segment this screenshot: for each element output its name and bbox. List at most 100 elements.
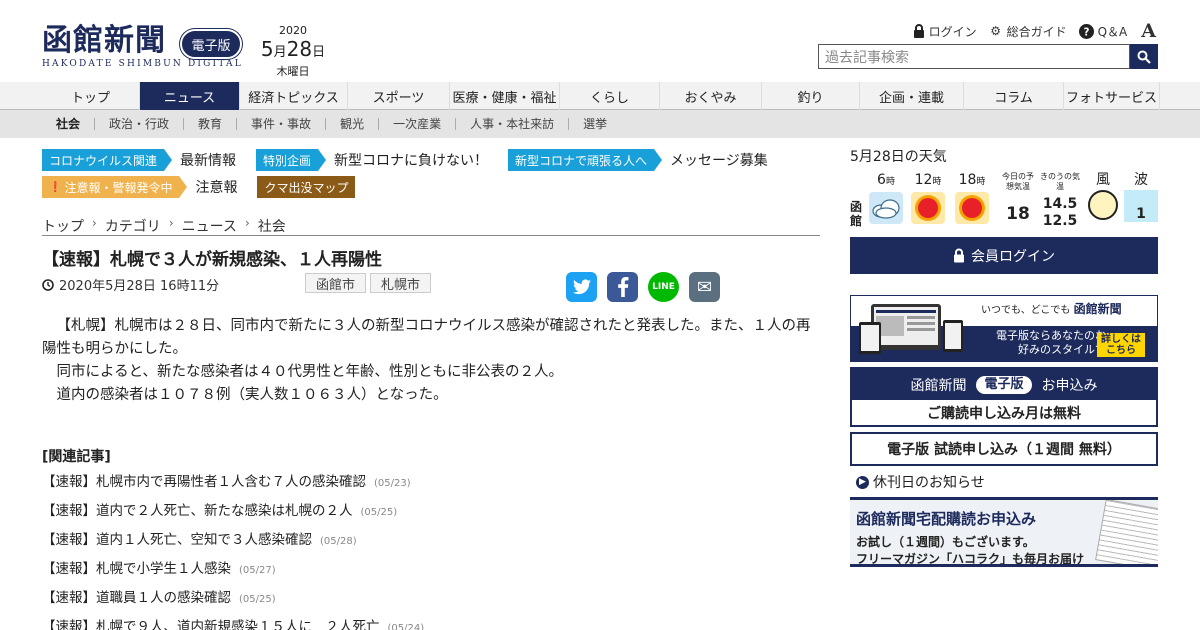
promo-details-button[interactable]: 詳しくはこちら <box>1097 333 1145 357</box>
nav-item[interactable]: 経済トピックス <box>240 82 348 110</box>
subscribe-box[interactable]: 函館新聞 電子版 お申込み ご購読申し込み月は無料 <box>850 367 1158 427</box>
related-articles: 【速報】札幌市内で再陽性者１人含む７人の感染確認 (05/23) 【速報】道内で２人… <box>42 470 802 630</box>
nav-item[interactable]: トップ <box>42 82 140 110</box>
article-meta: 2020年5月28日 16時11分 <box>42 275 219 294</box>
breadcrumb-item[interactable]: ニュース <box>182 216 237 235</box>
region-tag-sapporo[interactable]: 札幌市 <box>370 273 432 293</box>
mail-icon: ✉ <box>696 276 713 298</box>
wind-icon <box>1088 190 1118 220</box>
article-paragraph: 【札幌】札幌市は２８日、同市内で新たに３人の新型コロナウイルス感染が確認されたと… <box>42 318 811 357</box>
svg-text:?: ? <box>1083 26 1089 38</box>
qa-link[interactable]: ? Q＆A <box>1078 23 1128 40</box>
forecast-temp-value: 18 <box>1006 204 1030 224</box>
topic-tag[interactable]: 特別企画 <box>256 149 327 171</box>
region-tag-hakodate[interactable]: 函館市 <box>305 273 367 293</box>
chevron-right-icon: › <box>168 216 174 230</box>
sub-nav-item[interactable]: 一次産業 <box>379 118 457 130</box>
holiday-link[interactable]: ▶ 休刊日のお知らせ <box>856 472 985 492</box>
topic-link[interactable]: 注意報 <box>195 177 237 197</box>
sub-nav-item[interactable]: 人事・本社来訪 <box>456 118 570 130</box>
topic-row: ❗ 注意報・警報発令中 注意報 クマ出没マップ <box>42 176 822 198</box>
weather-hour: 12時 <box>914 172 942 188</box>
weather-wind: 風 <box>1086 172 1120 220</box>
delivery-line1: お試し（１週間）もございます。 <box>856 535 1035 549</box>
main-nav: トップ ニュース 経済トピックス スポーツ 医療・健康・福祉 くらし おくやみ 釣り 企画・連載… <box>0 82 1200 110</box>
facebook-share-button[interactable] <box>607 272 638 302</box>
sub-nav-item[interactable]: 事件・事故 <box>237 118 327 130</box>
holiday-label: 休刊日のお知らせ <box>873 475 985 491</box>
forecast-label: 今日の予想気温 <box>1002 172 1034 191</box>
facebook-icon <box>617 277 628 297</box>
topic-link[interactable]: 新型コロナに負けない！ <box>334 150 488 170</box>
cloudy-icon <box>869 192 903 224</box>
line-share-button[interactable]: LINE <box>648 272 679 302</box>
sub-nav-item[interactable]: 教育 <box>184 118 238 130</box>
nav-item[interactable]: 企画・連載 <box>860 82 964 110</box>
nav-item[interactable]: 釣り <box>762 82 860 110</box>
twitter-share-button[interactable] <box>566 272 597 302</box>
related-article-date: (05/24) <box>387 623 425 630</box>
sunny-icon <box>955 192 989 224</box>
topic-tag[interactable]: 新型コロナで頑張る人へ <box>508 149 663 171</box>
font-size-toggle[interactable]: A <box>1141 20 1156 42</box>
login-link[interactable]: ログイン <box>913 23 977 40</box>
delivery-subscribe-banner[interactable]: 函館新聞宅配購読お申込み お試し（１週間）もございます。 フリーマガジン「ハコラ… <box>850 497 1158 567</box>
related-article-title: 【速報】道内で２人死亡、新たな感染は札幌の２人 <box>42 503 353 519</box>
nav-item[interactable]: くらし <box>560 82 660 110</box>
date-day-suffix: 日 <box>312 45 326 60</box>
nav-item[interactable]: 医療・健康・福祉 <box>450 82 560 110</box>
weather-wave: 波 1 <box>1124 172 1158 222</box>
nav-item[interactable]: おくやみ <box>660 82 762 110</box>
search-input[interactable]: 過去記事検索 <box>818 44 1130 69</box>
breadcrumb-item: 社会 <box>257 219 286 235</box>
yesterday-label: きのうの気温 <box>1040 172 1080 191</box>
login-link-label: ログイン <box>928 24 977 39</box>
related-article-link[interactable]: 【速報】札幌で９人、道内新規感染１５人に ２人死亡 (05/24) <box>42 615 802 630</box>
related-article-link[interactable]: 【速報】札幌市内で再陽性者１人含む７人の感染確認 (05/23) <box>42 470 802 499</box>
member-login-button[interactable]: 会員ログイン <box>850 237 1158 274</box>
related-article-link[interactable]: 【速報】道内１人死亡、空知で３人感染確認 (05/28) <box>42 528 802 557</box>
date-month-day: 5月28日 <box>258 37 328 65</box>
related-article-link[interactable]: 【速報】札幌で小学生１人感染 (05/27) <box>42 557 802 586</box>
breadcrumb-item[interactable]: トップ <box>42 216 84 235</box>
search-button[interactable] <box>1130 44 1158 69</box>
qa-link-label: Q＆A <box>1097 24 1128 39</box>
weather-18h: 18時 <box>954 172 990 224</box>
related-article-title: 【速報】道内１人死亡、空知で３人感染確認 <box>42 532 312 548</box>
topic-tag-label: 特別企画 <box>263 153 312 168</box>
logo-subtitle: HAKODATE SHIMBUN DIGITAL <box>42 59 243 69</box>
related-article-link[interactable]: 【速報】道職員１人の感染確認 (05/25) <box>42 586 802 615</box>
article-body: 【札幌】札幌市は２８日、同市内で新たに３人の新型コロナウイルス感染が確認されたと… <box>42 315 812 407</box>
sub-nav-item[interactable]: 選挙 <box>569 118 621 130</box>
date-year: 2020 <box>279 24 307 37</box>
trial-button[interactable]: 電子版 試読申し込み（１週間 無料） <box>850 432 1158 466</box>
nav-item[interactable]: ニュース <box>140 82 240 110</box>
nav-item[interactable]: フォトサービス <box>1064 82 1160 110</box>
topic-tag[interactable]: コロナウイルス関連 <box>42 149 173 171</box>
weather-widget[interactable]: 函館 6時 12時 18時 今日の予想気温 18 きのうの気温 14.5 12.… <box>850 172 1158 232</box>
nav-item[interactable]: スポーツ <box>348 82 450 110</box>
topic-tag[interactable]: ❗ 注意報・警報発令中 <box>42 176 188 198</box>
digital-edition-banner[interactable]: いつでも、どこでも 函館新聞 電子版ならあなたのお好みのスタイルで 詳しくはこち… <box>850 295 1158 362</box>
newspaper-icon <box>1095 500 1158 564</box>
delivery-line2: フリーマガジン「ハコラク」も毎月お届け <box>856 552 1085 566</box>
member-login-label: 会員ログイン <box>971 248 1055 265</box>
weather-yesterday-temp: きのうの気温 14.5 12.5 <box>1040 172 1080 230</box>
related-article-title: 【速報】札幌で小学生１人感染 <box>42 561 231 577</box>
guide-link[interactable]: ⚙ 総合ガイド <box>989 23 1066 40</box>
topic-tag[interactable]: クマ出没マップ <box>257 176 356 198</box>
related-article-date: (05/27) <box>239 565 276 576</box>
topic-link[interactable]: メッセージ募集 <box>670 150 768 170</box>
nav-item[interactable]: コラム <box>964 82 1064 110</box>
related-article-link[interactable]: 【速報】道内で２人死亡、新たな感染は札幌の２人 (05/25) <box>42 499 802 528</box>
mail-share-button[interactable]: ✉ <box>689 272 720 302</box>
sub-nav-item[interactable]: 政治・行政 <box>95 118 185 130</box>
related-article-date: (05/25) <box>360 507 398 518</box>
related-article-title: 【速報】札幌市内で再陽性者１人含む７人の感染確認 <box>42 474 366 490</box>
topic-link[interactable]: 最新情報 <box>180 150 236 170</box>
yesterday-high: 14.5 <box>1042 196 1078 212</box>
breadcrumb-item[interactable]: カテゴリ <box>105 216 161 235</box>
chevron-right-icon: › <box>92 216 97 230</box>
sub-nav-item[interactable]: 観光 <box>326 118 380 130</box>
sub-nav-item[interactable]: 社会 <box>42 118 96 130</box>
